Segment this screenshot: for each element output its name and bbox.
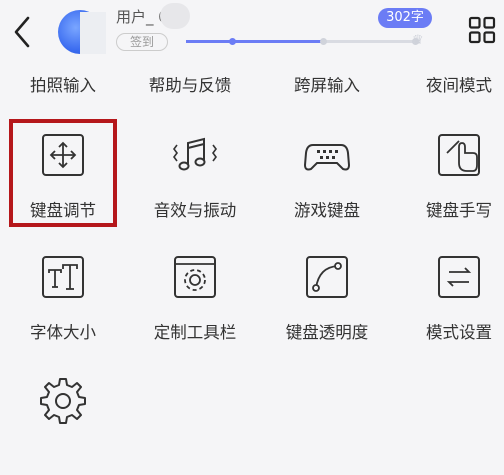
tile-sound-vibration[interactable]: 音效与振动 [140, 121, 250, 231]
tile-game-keyboard[interactable]: 游戏键盘 [272, 121, 382, 231]
tile-label: 游戏键盘 [294, 201, 360, 220]
avatar[interactable] [58, 10, 106, 54]
username-mask [160, 3, 190, 29]
music-vibration-icon [173, 137, 217, 171]
progress-dot [320, 38, 327, 45]
tile-settings[interactable] [8, 365, 118, 475]
menu-photo-input[interactable]: 拍照输入 [8, 72, 118, 96]
highlight-box [9, 119, 117, 227]
tile-keyboard-transparency[interactable]: 键盘透明度 [272, 243, 382, 353]
custom-toolbar-icon [174, 256, 216, 298]
progress-dot [229, 38, 236, 45]
level-progress-bar [186, 38, 419, 45]
tile-label: 定制工具栏 [153, 323, 237, 342]
handwriting-icon [438, 134, 480, 176]
gamepad-icon [303, 144, 351, 171]
menu-help-feedback[interactable]: 帮助与反馈 [135, 72, 245, 96]
back-arrow-icon[interactable] [8, 12, 38, 52]
tile-font-size[interactable]: 字体大小 [8, 243, 118, 353]
crown-icon: ♛ [412, 33, 424, 48]
signin-button[interactable]: 签到 [116, 33, 168, 51]
settings-gear-icon [40, 378, 86, 424]
tile-label: 模式设置 [426, 323, 492, 342]
tile-label: 键盘手写 [426, 201, 492, 220]
word-count-badge: 302字 [378, 8, 432, 28]
tile-mode-settings[interactable]: 模式设置 [404, 243, 504, 353]
header-bar: 用户_ 03 签到 ♛ 302字 [0, 0, 504, 66]
tile-label: 键盘透明度 [285, 323, 369, 342]
tile-keyboard-handwriting[interactable]: 键盘手写 [404, 121, 504, 231]
mode-switch-icon [438, 256, 480, 298]
tile-label: 音效与振动 [153, 201, 237, 220]
menu-night-mode[interactable]: 夜间模式 [404, 72, 504, 96]
level-progress-fill [186, 40, 322, 43]
tile-custom-toolbar[interactable]: 定制工具栏 [140, 243, 250, 353]
tile-label: 字体大小 [30, 323, 96, 342]
font-size-icon [42, 256, 84, 298]
menu-cross-screen-input[interactable]: 跨屏输入 [272, 72, 382, 96]
transparency-curve-icon [306, 256, 348, 298]
grid-menu-icon[interactable] [468, 16, 496, 44]
